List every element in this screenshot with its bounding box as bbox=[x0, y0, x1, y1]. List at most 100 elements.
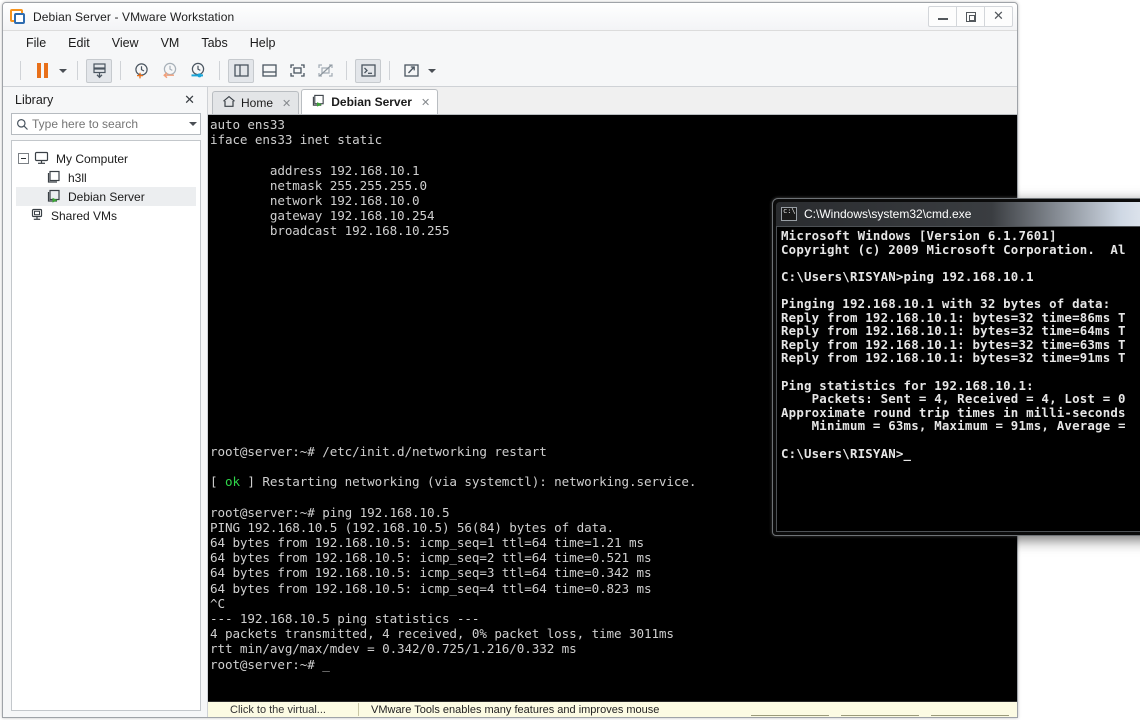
fullscreen-button[interactable] bbox=[398, 59, 424, 83]
tab-strip: Home ✕ Debian Server ✕ bbox=[208, 87, 1017, 115]
toolbar-separator bbox=[219, 61, 220, 80]
close-icon[interactable]: ✕ bbox=[282, 97, 291, 110]
manage-snapshots-button[interactable] bbox=[185, 59, 211, 83]
terminal-restart-command: root@server:~# /etc/init.d/networking re… bbox=[210, 443, 547, 459]
notification-left-text: Click to the virtual... bbox=[230, 703, 326, 716]
chevron-down-icon[interactable] bbox=[189, 122, 197, 126]
tree-item-h3ll[interactable]: h3ll bbox=[16, 168, 196, 187]
fit-screen-icon bbox=[289, 64, 305, 77]
computer-icon bbox=[34, 151, 50, 166]
cmd-window-title: C:\Windows\system32\cmd.exe bbox=[804, 207, 972, 221]
menu-edit-label: Edit bbox=[68, 36, 90, 50]
toolbar-separator bbox=[346, 61, 347, 80]
vm-running-icon bbox=[311, 94, 326, 110]
bottom-panel-icon bbox=[261, 64, 277, 77]
sidebar-panel-icon bbox=[233, 64, 249, 77]
clock-plus-icon bbox=[135, 63, 148, 79]
search-box[interactable] bbox=[11, 113, 201, 135]
vm-running-icon bbox=[46, 189, 62, 204]
toolbar-separator bbox=[77, 61, 78, 80]
tree-item-my-computer[interactable]: My Computer bbox=[16, 149, 196, 168]
notification-separator bbox=[358, 703, 359, 716]
terminal-status-suffix: ] Restarting networking (via systemctl):… bbox=[239, 474, 697, 490]
toolbar-separator bbox=[20, 61, 21, 80]
notification-button-2[interactable] bbox=[841, 704, 919, 716]
tree-item-label: h3ll bbox=[68, 170, 87, 185]
home-icon bbox=[222, 95, 236, 111]
cmd-title-bar: C:\Windows\system32\cmd.exe bbox=[776, 202, 1140, 226]
menu-view-label: View bbox=[111, 36, 139, 50]
collapse-icon[interactable] bbox=[18, 153, 29, 164]
menu-vm-label: VM bbox=[160, 36, 180, 50]
cmd-window[interactable]: C:\Windows\system32\cmd.exe Microsoft Wi… bbox=[772, 198, 1140, 536]
toolbar bbox=[3, 55, 1017, 87]
toolbar-separator bbox=[389, 61, 390, 80]
menu-tabs-label: Tabs bbox=[201, 36, 228, 50]
hide-console-view-button[interactable] bbox=[312, 59, 338, 83]
tree-item-label: My Computer bbox=[56, 151, 129, 166]
pause-icon bbox=[36, 63, 48, 78]
vmware-logo-icon bbox=[10, 8, 26, 25]
close-button[interactable]: ✕ bbox=[984, 6, 1013, 27]
tree-item-label: Shared VMs bbox=[51, 208, 118, 223]
tree-item-label: Debian Server bbox=[68, 189, 145, 204]
expand-arrows-icon bbox=[403, 64, 419, 77]
menu-bar: File Edit View VM Tabs Help bbox=[3, 31, 1017, 55]
minimize-button[interactable] bbox=[928, 6, 957, 27]
menu-tabs[interactable]: Tabs bbox=[190, 34, 238, 52]
menu-file[interactable]: File bbox=[15, 34, 57, 52]
clock-back-icon bbox=[163, 62, 177, 79]
vm-tree: My Computer h3ll Debian Server Shared VM… bbox=[11, 140, 201, 711]
chevron-down-icon bbox=[59, 68, 67, 73]
suspend-button[interactable] bbox=[29, 59, 55, 83]
screen: Debian Server - VMware Workstation ✕ Fil… bbox=[0, 0, 1140, 720]
cmd-console-area[interactable]: Microsoft Windows [Version 6.1.7601] Cop… bbox=[776, 226, 1140, 532]
close-icon[interactable]: ✕ bbox=[421, 96, 430, 109]
search-icon bbox=[16, 117, 29, 131]
menu-view[interactable]: View bbox=[101, 34, 150, 52]
suspend-dropdown[interactable] bbox=[56, 60, 70, 82]
library-sidebar: Library ✕ Type here to search My Compute… bbox=[3, 87, 208, 717]
revert-snapshot-button[interactable] bbox=[157, 59, 183, 83]
tree-item-shared-vms[interactable]: Shared VMs bbox=[16, 206, 196, 225]
shared-vms-icon bbox=[29, 208, 45, 223]
tree-item-debian-server[interactable]: Debian Server bbox=[16, 187, 196, 206]
window-title: Debian Server - VMware Workstation bbox=[33, 9, 235, 24]
vm-icon bbox=[46, 170, 62, 185]
snapshot-button[interactable] bbox=[86, 58, 112, 83]
search-input[interactable] bbox=[29, 116, 189, 132]
terminal-ping-output: root@server:~# ping 192.168.10.5 PING 19… bbox=[210, 504, 674, 672]
library-title: Library bbox=[15, 93, 54, 107]
take-snapshot-button[interactable] bbox=[129, 59, 155, 83]
window-controls: ✕ bbox=[928, 6, 1013, 27]
snapshot-icon bbox=[92, 63, 106, 79]
fit-screen-off-icon bbox=[317, 64, 333, 77]
library-header: Library ✕ bbox=[11, 87, 201, 111]
fullscreen-dropdown[interactable] bbox=[425, 60, 439, 82]
menu-help-label: Help bbox=[249, 36, 276, 50]
menu-vm[interactable]: VM bbox=[150, 34, 191, 52]
show-library-button[interactable] bbox=[228, 58, 254, 83]
menu-edit[interactable]: Edit bbox=[57, 34, 101, 52]
notification-message: VMware Tools enables many features and i… bbox=[371, 703, 660, 716]
cmd-icon bbox=[781, 207, 797, 221]
menu-file-label: File bbox=[26, 36, 47, 50]
show-thumbnails-button[interactable] bbox=[256, 59, 282, 83]
clock-manage-icon bbox=[191, 62, 205, 78]
terminal-status-prefix: [ bbox=[210, 474, 225, 490]
tab-label: Home bbox=[241, 96, 274, 110]
notification-buttons bbox=[751, 704, 1009, 716]
menu-help[interactable]: Help bbox=[239, 34, 287, 52]
vmware-tools-notification-bar: Click to the virtual... VMware Tools ena… bbox=[208, 701, 1017, 717]
tab-debian-server[interactable]: Debian Server ✕ bbox=[301, 89, 439, 114]
tab-home[interactable]: Home ✕ bbox=[212, 91, 300, 114]
notification-button-1[interactable] bbox=[751, 704, 829, 716]
chevron-down-icon bbox=[428, 68, 436, 73]
close-icon[interactable]: ✕ bbox=[180, 93, 199, 108]
unity-mode-button[interactable] bbox=[355, 58, 381, 83]
maximize-button[interactable] bbox=[956, 6, 985, 27]
title-bar: Debian Server - VMware Workstation ✕ bbox=[3, 3, 1017, 31]
terminal-session-output: root@server:~# /etc/init.d/networking re… bbox=[210, 429, 696, 687]
notification-button-3[interactable] bbox=[931, 704, 1009, 716]
show-console-view-button[interactable] bbox=[284, 59, 310, 83]
